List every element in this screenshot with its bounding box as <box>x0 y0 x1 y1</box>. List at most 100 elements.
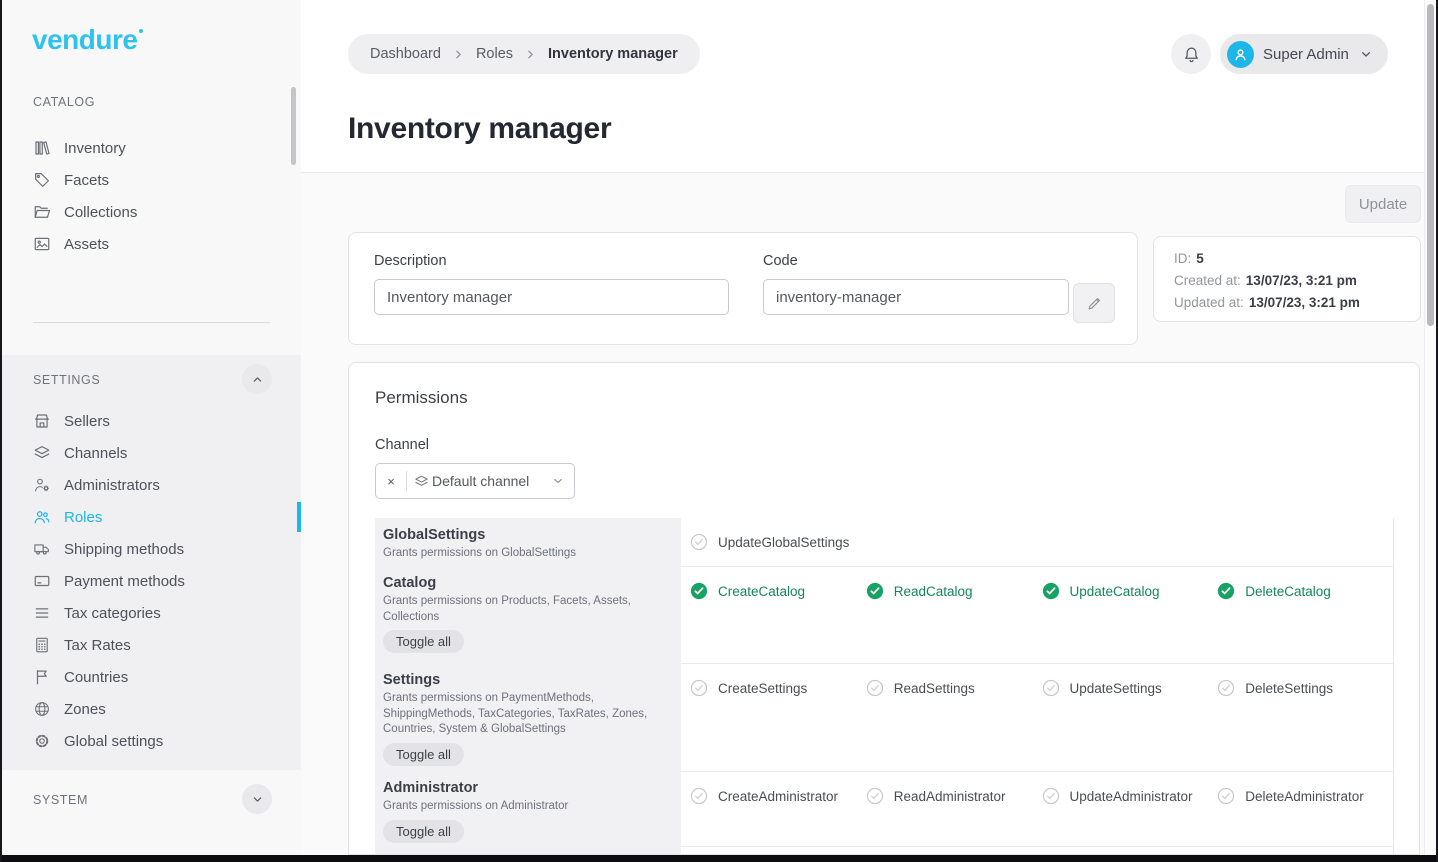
sidebar-item-payment-methods[interactable]: Payment methods <box>2 565 301 597</box>
sidebar-section-catalog: CATALOG Inventory FacetsCollectionsAssets <box>2 90 301 260</box>
permission-group-info: AdministratorGrants permissions on Admin… <box>375 771 681 846</box>
edit-code-button[interactable] <box>1073 283 1115 323</box>
checked-circle-icon <box>1042 582 1060 600</box>
window-bottom-edge <box>0 855 1438 862</box>
meta-updated: Updated at: 13/07/23, 3:21 pm <box>1174 292 1400 314</box>
sidebar-item-shipping-methods[interactable]: Shipping methods <box>2 533 301 565</box>
permission-checkboxes: UpdateGlobalSettings <box>681 518 1393 566</box>
permission-group-name: GlobalSettings <box>383 527 669 543</box>
collapse-system-button[interactable] <box>242 784 272 814</box>
sidebar-item-zones[interactable]: Zones <box>2 693 301 725</box>
permission-checkbox-deleteadministrator[interactable]: DeleteAdministrator <box>1217 785 1393 807</box>
avatar <box>1227 41 1254 68</box>
permission-checkbox-readcatalog[interactable]: ReadCatalog <box>866 580 1042 602</box>
sidebar-scrollbar[interactable] <box>291 87 296 165</box>
permission-label: ReadSettings <box>894 681 975 696</box>
trademark-dot <box>139 29 143 33</box>
description-label: Description <box>374 253 729 269</box>
unchecked-circle-icon <box>690 787 708 805</box>
chevron-down-icon[interactable] <box>551 474 565 488</box>
sidebar-item-assets[interactable]: Assets <box>2 228 301 260</box>
toggle-all-button[interactable]: Toggle all <box>383 743 464 766</box>
sidebar-item-global-settings[interactable]: Global settings <box>2 725 301 757</box>
created-at-label: Created at: <box>1174 270 1241 292</box>
sidebar-nav: CATALOG Inventory FacetsCollectionsAssets S… <box>2 90 301 812</box>
logo-text: vendure <box>32 24 137 55</box>
sidebar-item-channels[interactable]: Channels <box>2 437 301 469</box>
permission-label: UpdateCatalog <box>1070 584 1160 599</box>
update-button[interactable]: Update <box>1345 185 1421 223</box>
permission-checkbox-readsettings[interactable]: ReadSettings <box>866 677 1042 699</box>
permission-checkbox-deletecatalog[interactable]: DeleteCatalog <box>1217 580 1393 602</box>
permission-checkbox-updatesettings[interactable]: UpdateSettings <box>1042 677 1218 699</box>
assets-icon <box>33 235 51 253</box>
permission-checkbox-createsettings[interactable]: CreateSettings <box>690 677 866 699</box>
sidebar-item-label: Shipping methods <box>64 541 184 558</box>
permission-group-description: Grants permissions on Administrator <box>383 799 669 815</box>
permission-checkbox-updateadministrator[interactable]: UpdateAdministrator <box>1042 785 1218 807</box>
code-label: Code <box>763 253 1069 269</box>
sidebar-item-roles[interactable]: Roles <box>2 501 301 533</box>
vendure-logo[interactable]: vendure <box>32 24 143 56</box>
sidebar-item-sellers[interactable]: Sellers <box>2 405 301 437</box>
sidebar-section-label: CATALOG <box>33 95 95 109</box>
window-scrollbar-thumb[interactable] <box>1427 4 1434 326</box>
sidebar-section-head: SYSTEM <box>2 788 301 812</box>
sidebar-item-countries[interactable]: Countries <box>2 661 301 693</box>
breadcrumb-current: Inventory manager <box>548 46 678 62</box>
sidebar-section-system: SYSTEM <box>2 788 301 812</box>
sidebar-item-tax-rates[interactable]: Tax Rates <box>2 629 301 661</box>
permission-checkbox-readadministrator[interactable]: ReadAdministrator <box>866 785 1042 807</box>
permission-group-description: Grants permissions on GlobalSettings <box>383 546 669 562</box>
sidebar-section-label: SYSTEM <box>33 793 88 807</box>
user-menu[interactable]: Super Admin <box>1220 34 1388 74</box>
sidebar-item-facets[interactable]: Facets <box>2 164 301 196</box>
sidebar-item-collections[interactable]: Collections <box>2 196 301 228</box>
permission-row-administrator: AdministratorGrants permissions on Admin… <box>375 771 1393 846</box>
updated-at-value: 13/07/23, 3:21 pm <box>1249 292 1360 314</box>
sidebar-section-head: CATALOG <box>2 90 301 114</box>
sidebar-item-tax-categories[interactable]: Tax categories <box>2 597 301 629</box>
description-field-group: Description <box>374 253 729 315</box>
permission-label: DeleteSettings <box>1245 681 1333 696</box>
breadcrumb: Dashboard Roles Inventory manager <box>348 34 700 74</box>
permission-checkbox-createcatalog[interactable]: CreateCatalog <box>690 580 866 602</box>
permission-group-name: Settings <box>383 672 669 688</box>
permissions-table: GlobalSettings Grants permissions on Glob… <box>375 518 1394 855</box>
sidebar-item-label: Sellers <box>64 413 110 430</box>
code-input[interactable] <box>763 279 1069 315</box>
permission-checkboxes <box>681 846 1393 855</box>
tax-categories-icon <box>33 604 51 622</box>
unchecked-circle-icon <box>1217 679 1235 697</box>
sidebar-item-inventory[interactable]: Inventory <box>2 132 301 164</box>
sidebar-item-label: Inventory <box>64 140 126 157</box>
remove-channel-button[interactable]: × <box>376 474 406 489</box>
sidebar-item-administrators[interactable]: Administrators <box>2 469 301 501</box>
window-scrollbar[interactable] <box>1424 0 1436 855</box>
permission-checkbox-createadministrator[interactable]: CreateAdministrator <box>690 785 866 807</box>
description-input[interactable] <box>374 279 729 315</box>
permission-row-globalsettings: GlobalSettings Grants permissions on Glob… <box>375 518 1393 566</box>
collapse-settings-button[interactable] <box>242 364 272 394</box>
sidebar-divider <box>33 322 270 323</box>
permission-checkbox-updateglobalsettings[interactable]: UpdateGlobalSettings <box>690 531 866 553</box>
chevron-down-icon <box>1358 46 1374 62</box>
permission-checkbox-updatecatalog[interactable]: UpdateCatalog <box>1042 580 1218 602</box>
toggle-all-button[interactable]: Toggle all <box>383 630 464 653</box>
unchecked-circle-icon <box>1042 679 1060 697</box>
sidebar: vendure CATALOG Inventory FacetsCollection… <box>2 0 301 855</box>
zones-icon <box>33 700 51 718</box>
permissions-title: Permissions <box>375 388 468 408</box>
sidebar-item-label: Tax Rates <box>64 637 131 654</box>
permission-row-partial <box>375 846 1393 855</box>
sidebar-section-settings: SETTINGSSellersChannelsAdministratorsRol… <box>2 355 301 770</box>
permission-group-info: SettingsGrants permissions on PaymentMet… <box>375 663 681 771</box>
breadcrumb-roles[interactable]: Roles <box>476 46 513 62</box>
role-detail-card: Description Code <box>348 232 1138 345</box>
toggle-all-button[interactable]: Toggle all <box>383 820 464 843</box>
channel-select[interactable]: × Default channel <box>375 463 575 499</box>
notifications-button[interactable] <box>1171 34 1211 74</box>
collections-icon <box>33 203 51 221</box>
permission-checkbox-deletesettings[interactable]: DeleteSettings <box>1217 677 1393 699</box>
breadcrumb-dashboard[interactable]: Dashboard <box>370 46 441 62</box>
